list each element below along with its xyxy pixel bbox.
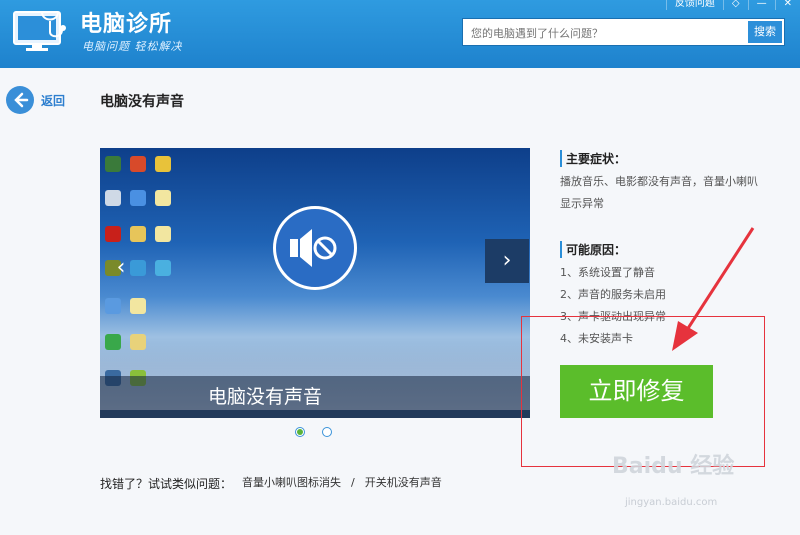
desktop-icon [130, 156, 146, 172]
similar-separator: / [351, 476, 355, 489]
previous-slide-button[interactable]: ‹ [103, 248, 139, 288]
desktop-icon [130, 190, 146, 206]
symptoms-title: 主要症状： [560, 150, 760, 167]
desktop-icon [130, 334, 146, 350]
app-header: 电脑诊所 电脑问题 轻松解决 反馈问题 ◇ — ✕ 搜索 [0, 0, 800, 68]
desktop-icon [155, 260, 171, 276]
desktop-icon [155, 226, 171, 242]
desktop-icon [105, 190, 121, 206]
slideshow: ‹ › 电脑没有声音 [100, 148, 530, 418]
desktop-icon [130, 298, 146, 314]
fix-now-button[interactable]: 立即修复 [560, 365, 713, 418]
app-logo-icon [12, 6, 70, 54]
similar-link[interactable]: 音量小喇叭图标消失 [242, 475, 341, 492]
annotation-arrow-icon [672, 227, 755, 351]
slide-dot[interactable] [295, 427, 305, 437]
back-arrow-icon [6, 86, 34, 114]
watermark-logo: Baidu 经验 [612, 454, 735, 479]
back-button[interactable]: 返回 [6, 86, 65, 114]
slide-dot[interactable] [322, 427, 332, 437]
back-label: 返回 [41, 93, 66, 108]
close-icon[interactable]: ✕ [774, 0, 800, 10]
page-title: 电脑没有声音 [100, 94, 184, 110]
desktop-icon [130, 226, 146, 242]
desktop-icon [105, 156, 121, 172]
similar-prompt: 找错了？试试类似问题： [100, 477, 233, 491]
desktop-icon [155, 190, 171, 206]
feedback-link[interactable]: 反馈问题 [665, 0, 723, 10]
desktop-icon [105, 226, 121, 242]
search-input[interactable] [469, 23, 743, 43]
desktop-icon [105, 298, 121, 314]
symptoms-text: 播放音乐、电影都没有声音，音量小喇叭显示异常 [560, 175, 758, 210]
slide-indicators [295, 427, 332, 437]
maximize-icon[interactable]: ◇ [722, 0, 748, 10]
slide-taskbar [100, 410, 530, 418]
app-subtitle: 电脑问题 轻松解决 [82, 40, 183, 53]
mute-speaker-icon [273, 206, 357, 290]
minimize-icon[interactable]: — [747, 0, 775, 10]
watermark-url: jingyan.baidu.com [625, 497, 718, 508]
search-button[interactable]: 搜索 [748, 21, 782, 43]
app-title: 电脑诊所 [80, 12, 173, 37]
next-slide-button[interactable]: › [485, 239, 529, 283]
desktop-icon [105, 334, 121, 350]
desktop-icon [155, 156, 171, 172]
slide-caption: 电脑没有声音 [207, 386, 322, 408]
window-controls: 反馈问题 ◇ — ✕ [665, 0, 800, 10]
similar-issues: 找错了？试试类似问题： 音量小喇叭图标消失 / 开关机没有声音 [100, 475, 442, 492]
similar-link[interactable]: 开关机没有声音 [365, 475, 442, 492]
symptoms-section: 主要症状： 播放音乐、电影都没有声音，音量小喇叭显示异常 [560, 150, 760, 215]
search-box: 搜索 [462, 18, 785, 46]
